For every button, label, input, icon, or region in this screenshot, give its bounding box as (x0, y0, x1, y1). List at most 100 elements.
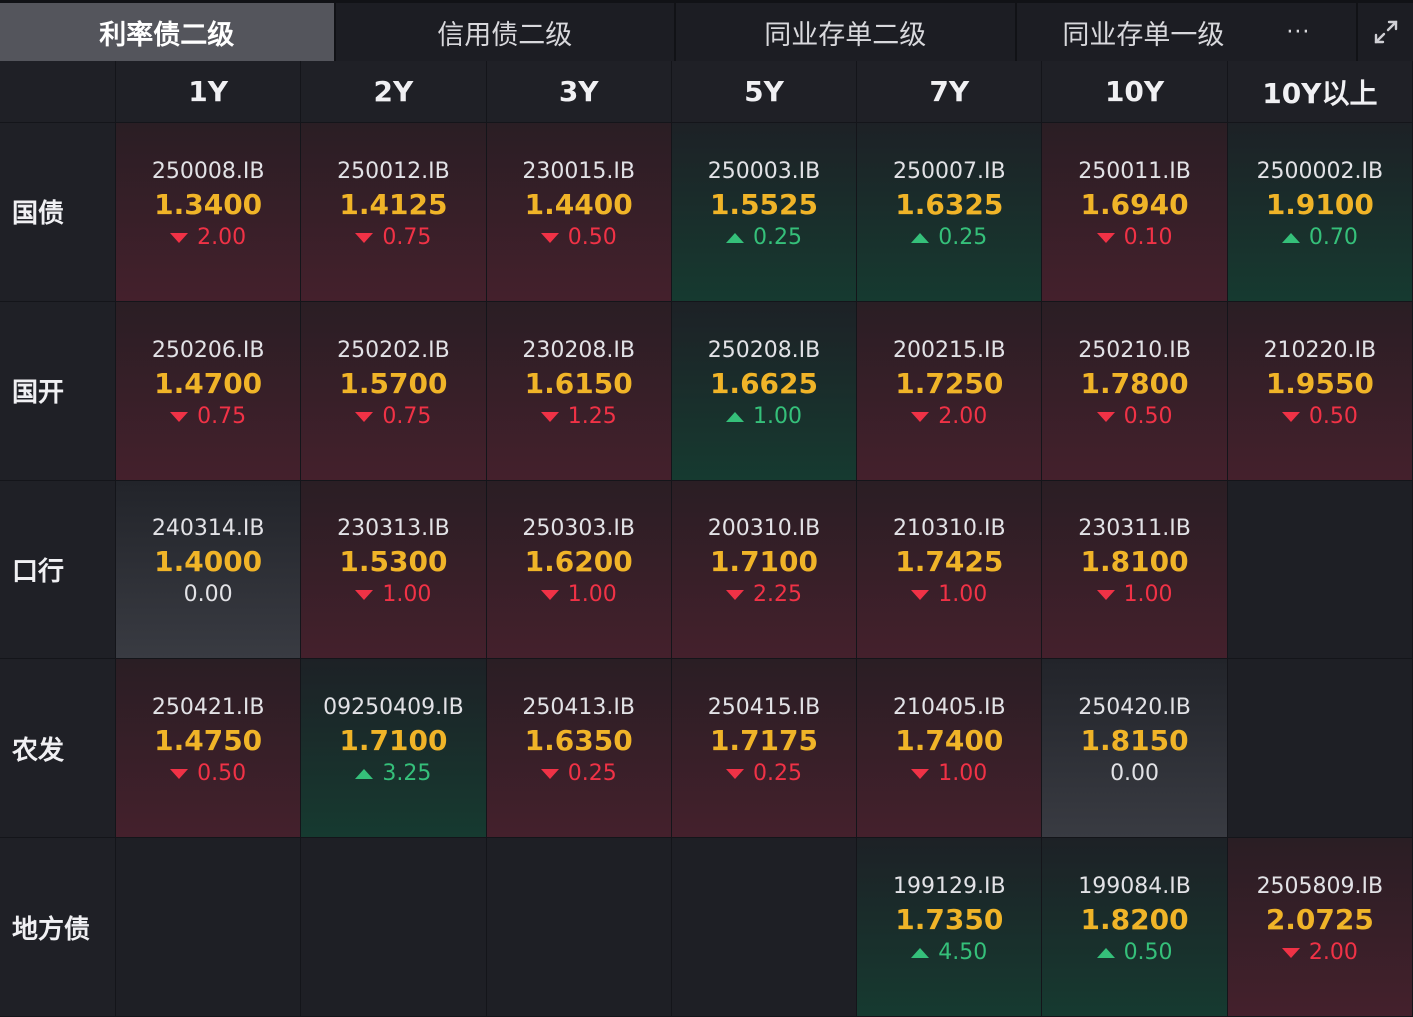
change-value: 0.50 (197, 761, 247, 787)
bond-yield: 1.4125 (339, 187, 448, 221)
bond-yield: 1.6325 (895, 187, 1004, 221)
yield-change: 1.00 (1096, 579, 1173, 611)
bond-cell[interactable]: 199129.IB 1.7350 4.50 (857, 838, 1043, 1017)
bond-yield: 1.6625 (709, 366, 819, 400)
bond-cell[interactable]: 210220.IB 1.9550 0.50 (1227, 301, 1413, 481)
bond-cell[interactable]: 250420.IB 1.8150 0.00 (1042, 659, 1228, 839)
bond-yield: 1.6350 (524, 724, 633, 758)
bond-code: 250420.IB (1078, 695, 1191, 721)
down-arrow-icon (1281, 948, 1300, 959)
change-value: 1.00 (938, 761, 988, 787)
bond-yield: 1.6940 (1080, 187, 1189, 221)
yield-change: 1.00 (540, 579, 617, 611)
row-label: 国开 (0, 301, 116, 481)
bond-cell[interactable]: 250012.IB 1.4125 0.75 (301, 123, 487, 302)
bond-yield: 1.3400 (154, 187, 263, 221)
bond-cell[interactable]: 210405.IB 1.7400 1.00 (857, 659, 1043, 839)
bond-cell[interactable]: 200215.IB 1.7250 2.00 (857, 301, 1043, 481)
change-value: 3.25 (382, 761, 432, 787)
yield-change: 0.75 (355, 401, 431, 433)
bond-cell[interactable]: 230208.IB 1.6150 1.25 (486, 301, 672, 481)
yield-change: 0.00 (1110, 758, 1159, 790)
down-arrow-icon (170, 769, 189, 780)
bond-cell[interactable]: 250008.IB 1.3400 2.00 (116, 123, 302, 302)
yield-change: 0.25 (540, 758, 617, 790)
bond-cell[interactable]: 2505809.IB 2.0725 2.00 (1227, 838, 1413, 1017)
bond-code: 210405.IB (893, 695, 1006, 721)
bond-cell[interactable]: 250415.IB 1.7175 0.25 (671, 659, 858, 839)
down-arrow-icon (355, 411, 374, 422)
bond-cell[interactable]: 230015.IB 1.4400 0.50 (486, 123, 672, 302)
bond-cell[interactable]: 250206.IB 1.4700 0.75 (116, 301, 302, 481)
column-header[interactable]: 10Y (1042, 61, 1228, 123)
bond-yield: 1.7100 (339, 724, 448, 758)
bond-yield: 1.8100 (1080, 545, 1189, 579)
bond-code: 200310.IB (707, 516, 821, 542)
bond-yield: 1.8200 (1080, 903, 1189, 937)
bond-code: 240314.IB (151, 516, 265, 542)
bond-cell[interactable]: 200310.IB 1.7100 2.25 (671, 480, 858, 660)
bond-cell[interactable]: 230311.IB 1.8100 1.00 (1042, 480, 1228, 660)
row-label: 农发 (0, 659, 116, 839)
tab-ncd-primary[interactable]: 同业存单一级 ··· (1016, 3, 1357, 61)
column-header[interactable]: 2Y (301, 61, 487, 123)
bond-cell[interactable]: 09250409.IB 1.7100 3.25 (301, 659, 487, 839)
bond-code: 09250409.IB (323, 695, 464, 721)
down-arrow-icon (1281, 411, 1300, 422)
tab-label: 同业存单二级 (764, 19, 927, 51)
column-header[interactable]: 10Y以上 (1227, 61, 1413, 123)
bond-cell[interactable]: 250208.IB 1.6625 1.00 (671, 301, 858, 481)
down-arrow-icon (540, 411, 559, 422)
tab-ncd-secondary[interactable]: 同业存单二级 (676, 3, 1015, 61)
tab-credit-bond-secondary[interactable]: 信用债二级 (335, 3, 675, 61)
tab-rate-bond-secondary[interactable]: 利率债二级 (0, 3, 334, 61)
more-tabs-button[interactable]: ··· (1286, 20, 1310, 45)
bond-yield: 1.4750 (154, 724, 263, 758)
bond-cell[interactable]: 2500002.IB 1.9100 0.70 (1227, 123, 1413, 302)
change-value: 0.25 (938, 224, 988, 250)
bond-yield: 1.7400 (895, 724, 1004, 758)
change-value: 0.00 (183, 582, 233, 608)
change-value: 0.25 (567, 761, 617, 787)
yield-change: 4.50 (911, 937, 987, 969)
bond-yield: 1.9100 (1265, 187, 1374, 221)
column-header[interactable]: 3Y (486, 61, 672, 123)
bond-cell[interactable]: 250003.IB 1.5525 0.25 (671, 123, 858, 302)
bond-cell[interactable]: 250413.IB 1.6350 0.25 (486, 659, 672, 839)
column-header[interactable]: 7Y (857, 61, 1043, 123)
bond-cell[interactable]: 210310.IB 1.7425 1.00 (857, 480, 1043, 660)
bond-cell[interactable]: 250303.IB 1.6200 1.00 (486, 480, 672, 660)
change-value: 2.25 (753, 582, 802, 608)
column-header[interactable]: 1Y (116, 61, 302, 123)
change-value: 0.75 (197, 403, 247, 429)
yield-change: 0.25 (726, 222, 802, 254)
bond-cell[interactable]: 250011.IB 1.6940 0.10 (1042, 123, 1228, 302)
bond-cell[interactable]: 250202.IB 1.5700 0.75 (301, 301, 487, 481)
expand-button[interactable] (1358, 3, 1413, 61)
tab-bar: 利率债二级 信用债二级 同业存单二级 同业存单一级 ··· (0, 0, 1413, 61)
bond-code: 230311.IB (1078, 516, 1191, 542)
bond-cell[interactable]: 250007.IB 1.6325 0.25 (857, 123, 1043, 302)
bond-cell[interactable]: 250210.IB 1.7800 0.50 (1042, 301, 1228, 481)
bond-cell[interactable]: 250421.IB 1.4750 0.50 (116, 659, 302, 839)
change-value: 0.50 (1123, 403, 1173, 429)
bond-cell[interactable]: 199084.IB 1.8200 0.50 (1042, 838, 1228, 1017)
bond-code: 250008.IB (151, 158, 265, 184)
up-arrow-icon (911, 948, 930, 959)
bond-code: 230313.IB (337, 516, 450, 542)
yield-change: 3.25 (355, 758, 431, 790)
yield-change: 1.25 (540, 401, 617, 433)
bond-yield: 1.5700 (339, 366, 448, 400)
bond-code: 230015.IB (522, 158, 635, 184)
bond-cell[interactable]: 230313.IB 1.5300 1.00 (301, 480, 487, 660)
bond-cell[interactable]: 240314.IB 1.4000 0.00 (116, 480, 302, 660)
change-value: 0.50 (1308, 403, 1358, 429)
column-header[interactable]: 5Y (671, 61, 858, 123)
bond-code: 250012.IB (337, 158, 450, 184)
bond-yield: 1.7100 (709, 545, 819, 579)
bond-yield: 1.8150 (1080, 724, 1189, 758)
down-arrow-icon (1096, 411, 1115, 422)
tab-label: 利率债二级 (99, 19, 235, 51)
up-arrow-icon (911, 232, 930, 243)
change-value: 0.50 (1123, 940, 1173, 966)
